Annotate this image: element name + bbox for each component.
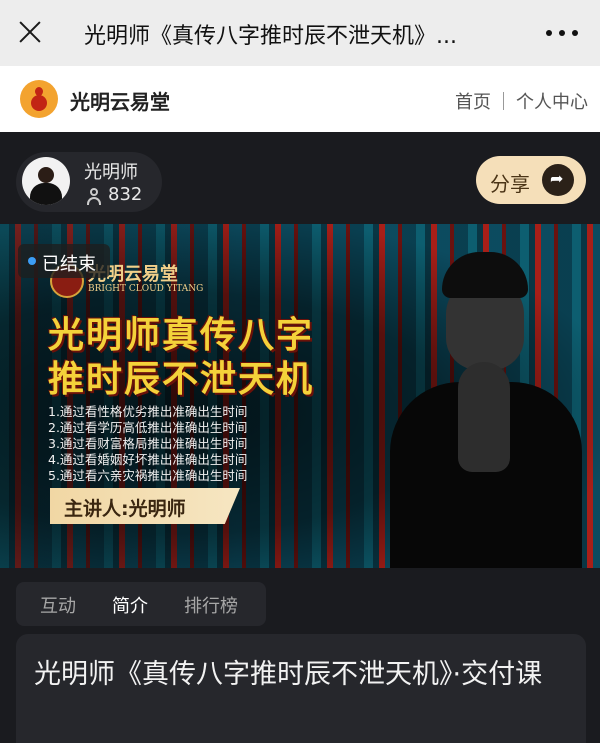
site-name: 光明云易堂 bbox=[70, 90, 170, 114]
course-banner[interactable]: 光明云易堂 BRIGHT CLOUD YITANG 光明师真传八字 推时辰不泄天… bbox=[0, 224, 600, 568]
banner-points: 1.通过看性格优劣推出准确出生时间 2.通过看学历高低推出准确出生时间 3.通过… bbox=[48, 404, 298, 484]
banner-point: 3.通过看财富格局推出准确出生时间 bbox=[48, 436, 248, 451]
nav-personal-center-link[interactable]: 个人中心 bbox=[516, 88, 588, 114]
status-dot-icon bbox=[28, 257, 36, 265]
speaker-figure bbox=[380, 250, 590, 568]
nav-divider bbox=[503, 92, 504, 110]
page-title: 光明师《真传八字推时辰不泄天机》... bbox=[84, 24, 457, 49]
site-logo-icon bbox=[20, 80, 58, 118]
tab-leaderboard[interactable]: 排行榜 bbox=[184, 592, 238, 618]
brand-name-en: BRIGHT CLOUD YITANG bbox=[88, 284, 204, 294]
more-options-icon[interactable] bbox=[544, 30, 580, 38]
course-title: 光明师《真传八字推时辰不泄天机》·交付课 bbox=[34, 659, 543, 690]
share-label: 分享 bbox=[490, 172, 530, 196]
banner-point: 1.通过看性格优劣推出准确出生时间 bbox=[48, 404, 248, 419]
site-nav: 首页 个人中心 bbox=[455, 88, 588, 114]
top-bar: 光明师《真传八字推时辰不泄天机》... bbox=[0, 0, 600, 66]
banner-point: 5.通过看六亲灾祸推出准确出生时间 bbox=[48, 468, 248, 483]
share-button[interactable]: 分享 bbox=[476, 156, 586, 204]
author-row: 光明师 832 分享 bbox=[0, 132, 600, 224]
status-badge-label: 已结束 bbox=[42, 254, 96, 275]
speaker-label: 主讲人:光明师 bbox=[64, 498, 186, 520]
speaker-tag: 主讲人:光明师 bbox=[50, 488, 240, 524]
content-tabs: 互动 简介 排行榜 bbox=[16, 582, 266, 626]
banner-point: 4.通过看婚姻好坏推出准确出生时间 bbox=[48, 452, 248, 467]
banner-headline-line2: 推时辰不泄天机 bbox=[48, 359, 315, 400]
nav-home-link[interactable]: 首页 bbox=[455, 88, 491, 114]
tab-interaction[interactable]: 互动 bbox=[40, 592, 76, 618]
site-header: 光明云易堂 首页 个人中心 bbox=[0, 66, 600, 132]
tab-intro[interactable]: 简介 bbox=[112, 592, 148, 618]
banner-point: 2.通过看学历高低推出准确出生时间 bbox=[48, 420, 248, 435]
author-name: 光明师 bbox=[84, 162, 138, 183]
close-icon[interactable] bbox=[14, 16, 46, 48]
author-card[interactable]: 光明师 832 bbox=[16, 152, 162, 212]
status-badge: 已结束 bbox=[18, 244, 110, 278]
avatar[interactable] bbox=[22, 157, 70, 205]
description-card: 光明师《真传八字推时辰不泄天机》·交付课 bbox=[16, 634, 586, 743]
viewer-count: 832 bbox=[108, 184, 143, 205]
share-arrow-icon bbox=[542, 164, 574, 196]
person-icon bbox=[86, 188, 102, 205]
